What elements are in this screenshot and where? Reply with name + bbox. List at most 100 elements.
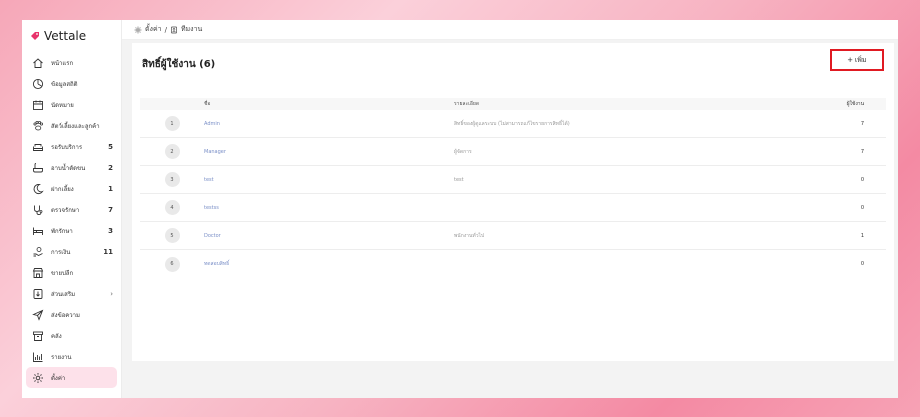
sidebar-item-addons[interactable]: ส่วนเสริม › xyxy=(22,283,121,304)
header-description: รายละเอียด xyxy=(454,101,480,107)
sidebar-item-pets-customers[interactable]: สัตว์เลี้ยงและลูกค้า xyxy=(22,115,121,136)
sidebar-item-label: การเงิน xyxy=(51,248,71,256)
sidebar-item-messages[interactable]: ส่งข้อความ xyxy=(22,304,121,325)
sidebar-item-inventory[interactable]: คลัง xyxy=(22,325,121,346)
sidebar-item-grooming[interactable]: อาบน้ำตัดขน 2 xyxy=(22,157,121,178)
role-description: พนักงานทั่วไป xyxy=(454,232,485,239)
header-name: ชื่อ xyxy=(204,101,211,107)
send-icon xyxy=(31,309,45,321)
role-name-link[interactable]: Doctor xyxy=(204,233,221,239)
role-name-link[interactable]: testss xyxy=(204,205,219,211)
sidebar-item-label: รอรับบริการ xyxy=(51,143,83,151)
row-number: 1 xyxy=(164,116,180,131)
sidebar-item-count: 7 xyxy=(108,205,113,214)
table-header: ชื่อ รายละเอียด ผู้ใช้งาน xyxy=(140,98,886,110)
sidebar-item-label: สัตว์เลี้ยงและลูกค้า xyxy=(51,122,100,130)
role-user-count: 1 xyxy=(860,232,864,239)
sidebar-item-retail[interactable]: ขายปลีก xyxy=(22,262,121,283)
sidebar-item-settings[interactable]: ตั้งค่า xyxy=(26,367,117,388)
breadcrumb-current: ทีมงาน xyxy=(180,25,203,33)
table-row[interactable]: 4 testss 0 xyxy=(140,194,886,222)
sidebar-item-boarding[interactable]: ฝากเลี้ยง 1 xyxy=(22,178,121,199)
table-row[interactable]: 6 ทดสอบสิทธิ์ 0 xyxy=(140,250,886,278)
sidebar-nav: หน้าแรก ข้อมูลสถิติ นัดหมาย สัตว์เลี้ยงแ… xyxy=(22,52,121,388)
sidebar-item-label: ฝากเลี้ยง xyxy=(51,185,74,193)
gear-icon xyxy=(134,26,142,33)
sidebar-item-label: พักรักษา xyxy=(51,227,73,235)
box-icon xyxy=(31,330,45,342)
role-user-count: 0 xyxy=(860,204,864,211)
sidebar-item-label: หน้าแรก xyxy=(51,59,74,67)
stethoscope-icon xyxy=(31,204,45,216)
sidebar-item-label: ข้อมูลสถิติ xyxy=(51,80,78,88)
money-hand-icon xyxy=(31,246,45,258)
role-description: test xyxy=(454,176,464,183)
sidebar-item-appointments[interactable]: นัดหมาย xyxy=(22,94,121,115)
sidebar-item-examination[interactable]: ตรวจรักษา 7 xyxy=(22,199,121,220)
bath-icon xyxy=(31,162,45,174)
add-button[interactable]: + เพิ่ม xyxy=(830,49,884,71)
page-title: สิทธิ์ผู้ใช้งาน (6) xyxy=(142,59,216,70)
breadcrumb-separator: / xyxy=(164,25,167,34)
role-name-link[interactable]: Admin xyxy=(204,121,220,127)
sidebar-item-count: 5 xyxy=(108,142,113,151)
sidebar-item-reports[interactable]: รายงาน xyxy=(22,346,121,367)
role-user-count: 7 xyxy=(860,148,864,155)
role-name-link[interactable]: test xyxy=(204,177,214,183)
plugin-icon xyxy=(31,288,45,300)
table-row[interactable]: 2 Manager ผู้จัดการ 7 xyxy=(140,138,886,166)
table-row[interactable]: 5 Doctor พนักงานทั่วไป 1 xyxy=(140,222,886,250)
role-description: ผู้จัดการ xyxy=(454,148,472,155)
app-logo[interactable]: Vettale xyxy=(22,20,121,52)
row-number: 6 xyxy=(164,256,180,272)
sidebar-item-label: รายงาน xyxy=(51,353,72,361)
sidebar-item-label: ตรวจรักษา xyxy=(51,206,80,214)
calendar-icon xyxy=(31,99,45,111)
sidebar-item-count: 3 xyxy=(108,226,113,235)
gear-icon xyxy=(31,372,45,384)
moon-icon xyxy=(31,183,45,195)
add-button-label: เพิ่ม xyxy=(854,56,867,64)
table-row[interactable]: 3 test test 0 xyxy=(140,166,886,194)
team-icon xyxy=(170,26,177,33)
sidebar-item-count: 2 xyxy=(108,163,113,172)
sidebar-item-label: นัดหมาย xyxy=(51,101,74,109)
sidebar-item-finance[interactable]: การเงิน 11 xyxy=(22,241,121,262)
sidebar-item-home[interactable]: หน้าแรก xyxy=(22,52,121,73)
table-row[interactable]: 1 Admin สิทธิ์ของผู้ดูแลระบบ (ไม่สามารถแ… xyxy=(140,110,886,138)
bed-icon xyxy=(31,225,45,237)
breadcrumb: ตั้งค่า / ทีมงาน xyxy=(122,20,898,40)
permissions-card: สิทธิ์ผู้ใช้งาน (6) + เพิ่ม ชื่อ รายละเอ… xyxy=(132,43,894,361)
role-name-link[interactable]: Manager xyxy=(204,149,226,155)
role-user-count: 7 xyxy=(860,120,864,127)
sidebar-item-label: ขายปลีก xyxy=(51,269,74,277)
row-number: 4 xyxy=(164,200,180,215)
sidebar-item-waiting[interactable]: รอรับบริการ 5 xyxy=(22,136,121,157)
sidebar: Vettale หน้าแรก ข้อมูลสถิติ นัดหมาย สัตว… xyxy=(22,20,122,398)
plus-icon: + xyxy=(847,55,853,65)
header-users: ผู้ใช้งาน xyxy=(846,101,864,107)
permissions-table: ชื่อ รายละเอียด ผู้ใช้งาน 1 Admin สิทธิ์… xyxy=(140,98,886,278)
app-name: Vettale xyxy=(44,29,87,43)
row-number: 2 xyxy=(164,144,180,159)
role-user-count: 0 xyxy=(860,261,864,267)
chevron-right-icon: › xyxy=(110,289,113,298)
sidebar-item-statistics[interactable]: ข้อมูลสถิติ xyxy=(22,73,121,94)
row-number: 5 xyxy=(164,228,180,243)
sidebar-item-label: ส่วนเสริม xyxy=(51,290,76,298)
chart-circle-icon xyxy=(31,78,45,90)
sidebar-item-inpatient[interactable]: พักรักษา 3 xyxy=(22,220,121,241)
home-icon xyxy=(31,57,45,69)
role-user-count: 0 xyxy=(860,176,864,183)
role-name-link[interactable]: ทดสอบสิทธิ์ xyxy=(204,261,229,267)
logo-tag-icon xyxy=(31,32,39,40)
report-icon xyxy=(31,351,45,363)
sidebar-item-label: ส่งข้อความ xyxy=(51,311,81,319)
sidebar-item-label: อาบน้ำตัดขน xyxy=(51,164,86,172)
breadcrumb-parent[interactable]: ตั้งค่า xyxy=(145,24,162,35)
sidebar-item-label: ตั้งค่า xyxy=(51,374,66,382)
sofa-icon xyxy=(31,141,45,153)
paw-icon xyxy=(31,120,45,132)
sidebar-item-label: คลัง xyxy=(51,332,62,340)
sidebar-item-count: 11 xyxy=(103,247,113,256)
